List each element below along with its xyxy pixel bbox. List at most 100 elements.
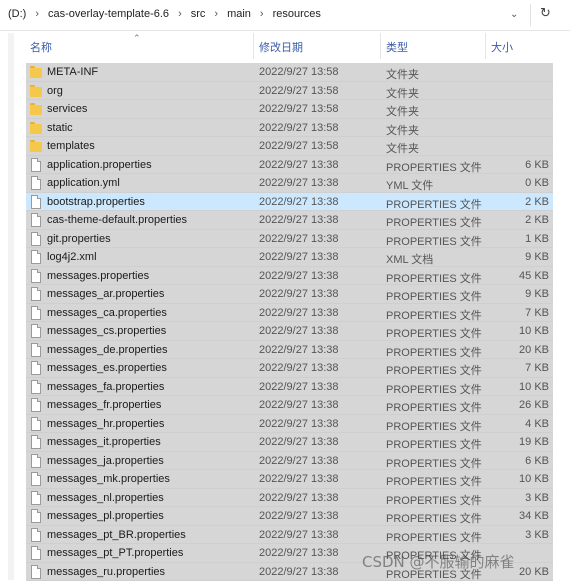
file-row[interactable]: messages_pl.properties 2022/9/27 13:38 PRO… [26,507,553,526]
file-name: messages_ja.properties [47,454,164,467]
file-size: 4 KB [525,417,549,430]
file-date: 2022/9/27 13:38 [259,195,339,208]
chevron-down-icon[interactable]: ⌄ [510,9,518,20]
column-divider[interactable] [380,33,381,59]
file-type: PROPERTIES 文件 [386,476,482,488]
breadcrumb-separator-icon: › [178,8,182,20]
file-icon [31,305,41,320]
file-date: 2022/9/27 13:58 [259,121,339,134]
file-date: 2022/9/27 13:58 [259,140,339,152]
file-row[interactable]: application.yml 2022/9/27 13:38 YML 文件 0 KB [26,174,553,193]
file-name: messages_es.properties [47,362,167,374]
file-type: 文件夹 [386,143,419,155]
file-date: 2022/9/27 13:38 [259,491,339,504]
file-date: 2022/9/27 13:38 [259,158,339,171]
file-row[interactable]: messages_fa.properties 2022/9/27 13:38 PRO… [26,377,553,396]
breadcrumb-project[interactable]: cas-overlay-template-6.6 [48,8,169,20]
file-icon [31,361,41,375]
file-date: 2022/9/27 13:38 [259,343,339,356]
file-row[interactable]: messages_pt_BR.properties 2022/9/27 13:38… [26,525,553,544]
file-type: PROPERTIES 文件 [386,457,482,470]
folder-row[interactable]: static 2022/9/27 13:58 文件夹 [26,118,553,137]
breadcrumb-src[interactable]: src [191,8,206,20]
watermark: CSDN @不服输的麻雀 [362,553,515,571]
file-row[interactable]: messages_nl.properties 2022/9/27 13:38 PRO… [26,488,553,507]
breadcrumb-resources[interactable]: resources [273,8,321,20]
file-row[interactable]: messages_ja.properties 2022/9/27 13:38 PRO… [26,451,553,470]
file-date: 2022/9/27 13:38 [259,288,339,300]
file-type: PROPERTIES 文件 [386,291,482,303]
file-name: messages_de.properties [47,343,168,356]
file-icon [31,435,41,449]
breadcrumb-separator-icon: › [259,8,264,20]
file-type: PROPERTIES 文件 [386,383,482,396]
file-row[interactable]: messages.properties 2022/9/27 13:38 PROPER… [26,266,553,285]
folder-row[interactable]: services 2022/9/27 13:58 文件夹 [26,100,553,119]
column-header-name[interactable]: 名称 [30,39,52,55]
file-date: 2022/9/27 13:38 [259,306,339,319]
file-type: PROPERTIES 文件 [386,420,482,433]
file-date: 2022/9/27 13:38 [259,565,339,578]
file-date: 2022/9/27 13:38 [259,214,339,226]
column-header-type[interactable]: 类型 [386,39,408,55]
file-icon [31,546,41,560]
file-list[interactable]: META-INF 2022/9/27 13:58 文件夹 org 2022/9/27 1… [26,63,553,581]
file-row[interactable]: messages_ca.properties 2022/9/27 13:38 PRO… [26,303,553,322]
file-row[interactable]: messages_ar.properties 2022/9/27 13:38 PRO… [26,285,553,304]
file-row[interactable]: git.properties 2022/9/27 13:38 PROPERTIES … [26,229,553,248]
folder-row[interactable]: META-INF 2022/9/27 13:58 文件夹 [26,63,553,82]
file-row[interactable]: cas-theme-default.properties 2022/9/27 13… [26,211,553,230]
file-icon [31,194,41,209]
address-bar[interactable]: (D:) › cas-overlay-template-6.6 › src › … [0,0,570,31]
file-row[interactable]: bootstrap.properties 2022/9/27 13:38 PROPE… [26,192,553,211]
file-row[interactable]: application.properties 2022/9/27 13:38 PRO… [26,155,553,174]
file-name: messages_cs.properties [47,325,167,337]
refresh-icon[interactable]: ↻ [540,5,551,21]
folder-row[interactable]: templates 2022/9/27 13:58 文件夹 [26,137,553,156]
folder-icon [30,84,42,98]
file-size: 7 KB [525,362,549,374]
file-size: 34 KB [519,510,549,522]
navigation-pane-edge [8,33,14,580]
file-row[interactable]: messages_es.properties 2022/9/27 13:38 PRO… [26,359,553,378]
file-name: static [47,121,73,134]
file-size: 1 KB [525,232,549,245]
file-size: 6 KB [525,454,549,467]
breadcrumb-drive[interactable]: (D:) [8,8,26,20]
file-date: 2022/9/27 13:38 [259,269,339,282]
folder-icon [30,139,42,153]
file-date: 2022/9/27 13:38 [259,547,339,559]
file-name: log4j2.xml [47,251,97,263]
file-type: PROPERTIES 文件 [386,346,482,359]
file-type: PROPERTIES 文件 [386,235,482,248]
file-row[interactable]: messages_fr.properties 2022/9/27 13:38 PRO… [26,396,553,415]
file-icon [31,564,41,579]
file-date: 2022/9/27 13:38 [259,473,339,485]
column-header-size[interactable]: 大小 [491,39,513,55]
column-header-date[interactable]: 修改日期 [259,39,303,55]
folder-row[interactable]: org 2022/9/27 13:58 文件夹 [26,81,553,100]
file-size: 0 KB [525,177,549,189]
file-row[interactable]: log4j2.xml 2022/9/27 13:38 XML 文档 9 KB [26,248,553,267]
file-date: 2022/9/27 13:38 [259,399,339,411]
file-row[interactable]: messages_cs.properties 2022/9/27 13:38 PRO… [26,322,553,341]
file-row[interactable]: messages_it.properties 2022/9/27 13:38 PRO… [26,433,553,452]
file-date: 2022/9/27 13:38 [259,510,339,522]
file-type: YML 文件 [386,180,434,192]
file-date: 2022/9/27 13:58 [259,66,339,78]
column-divider[interactable] [485,33,486,59]
file-type: PROPERTIES 文件 [386,531,482,544]
file-icon [31,213,41,227]
file-row[interactable]: messages_de.properties 2022/9/27 13:38 PRO… [26,340,553,359]
file-name: templates [47,140,95,152]
file-date: 2022/9/27 13:38 [259,251,339,263]
breadcrumb-main[interactable]: main [227,8,251,20]
file-type: PROPERTIES 文件 [386,439,482,451]
breadcrumb-separator-icon: › [35,8,39,20]
column-divider[interactable] [253,33,254,59]
file-name: services [47,103,88,115]
file-name: messages_ar.properties [47,288,165,300]
file-type: PROPERTIES 文件 [386,217,482,229]
file-row[interactable]: messages_mk.properties 2022/9/27 13:38 PRO… [26,470,553,489]
file-row[interactable]: messages_hr.properties 2022/9/27 13:38 PRO… [26,414,553,433]
